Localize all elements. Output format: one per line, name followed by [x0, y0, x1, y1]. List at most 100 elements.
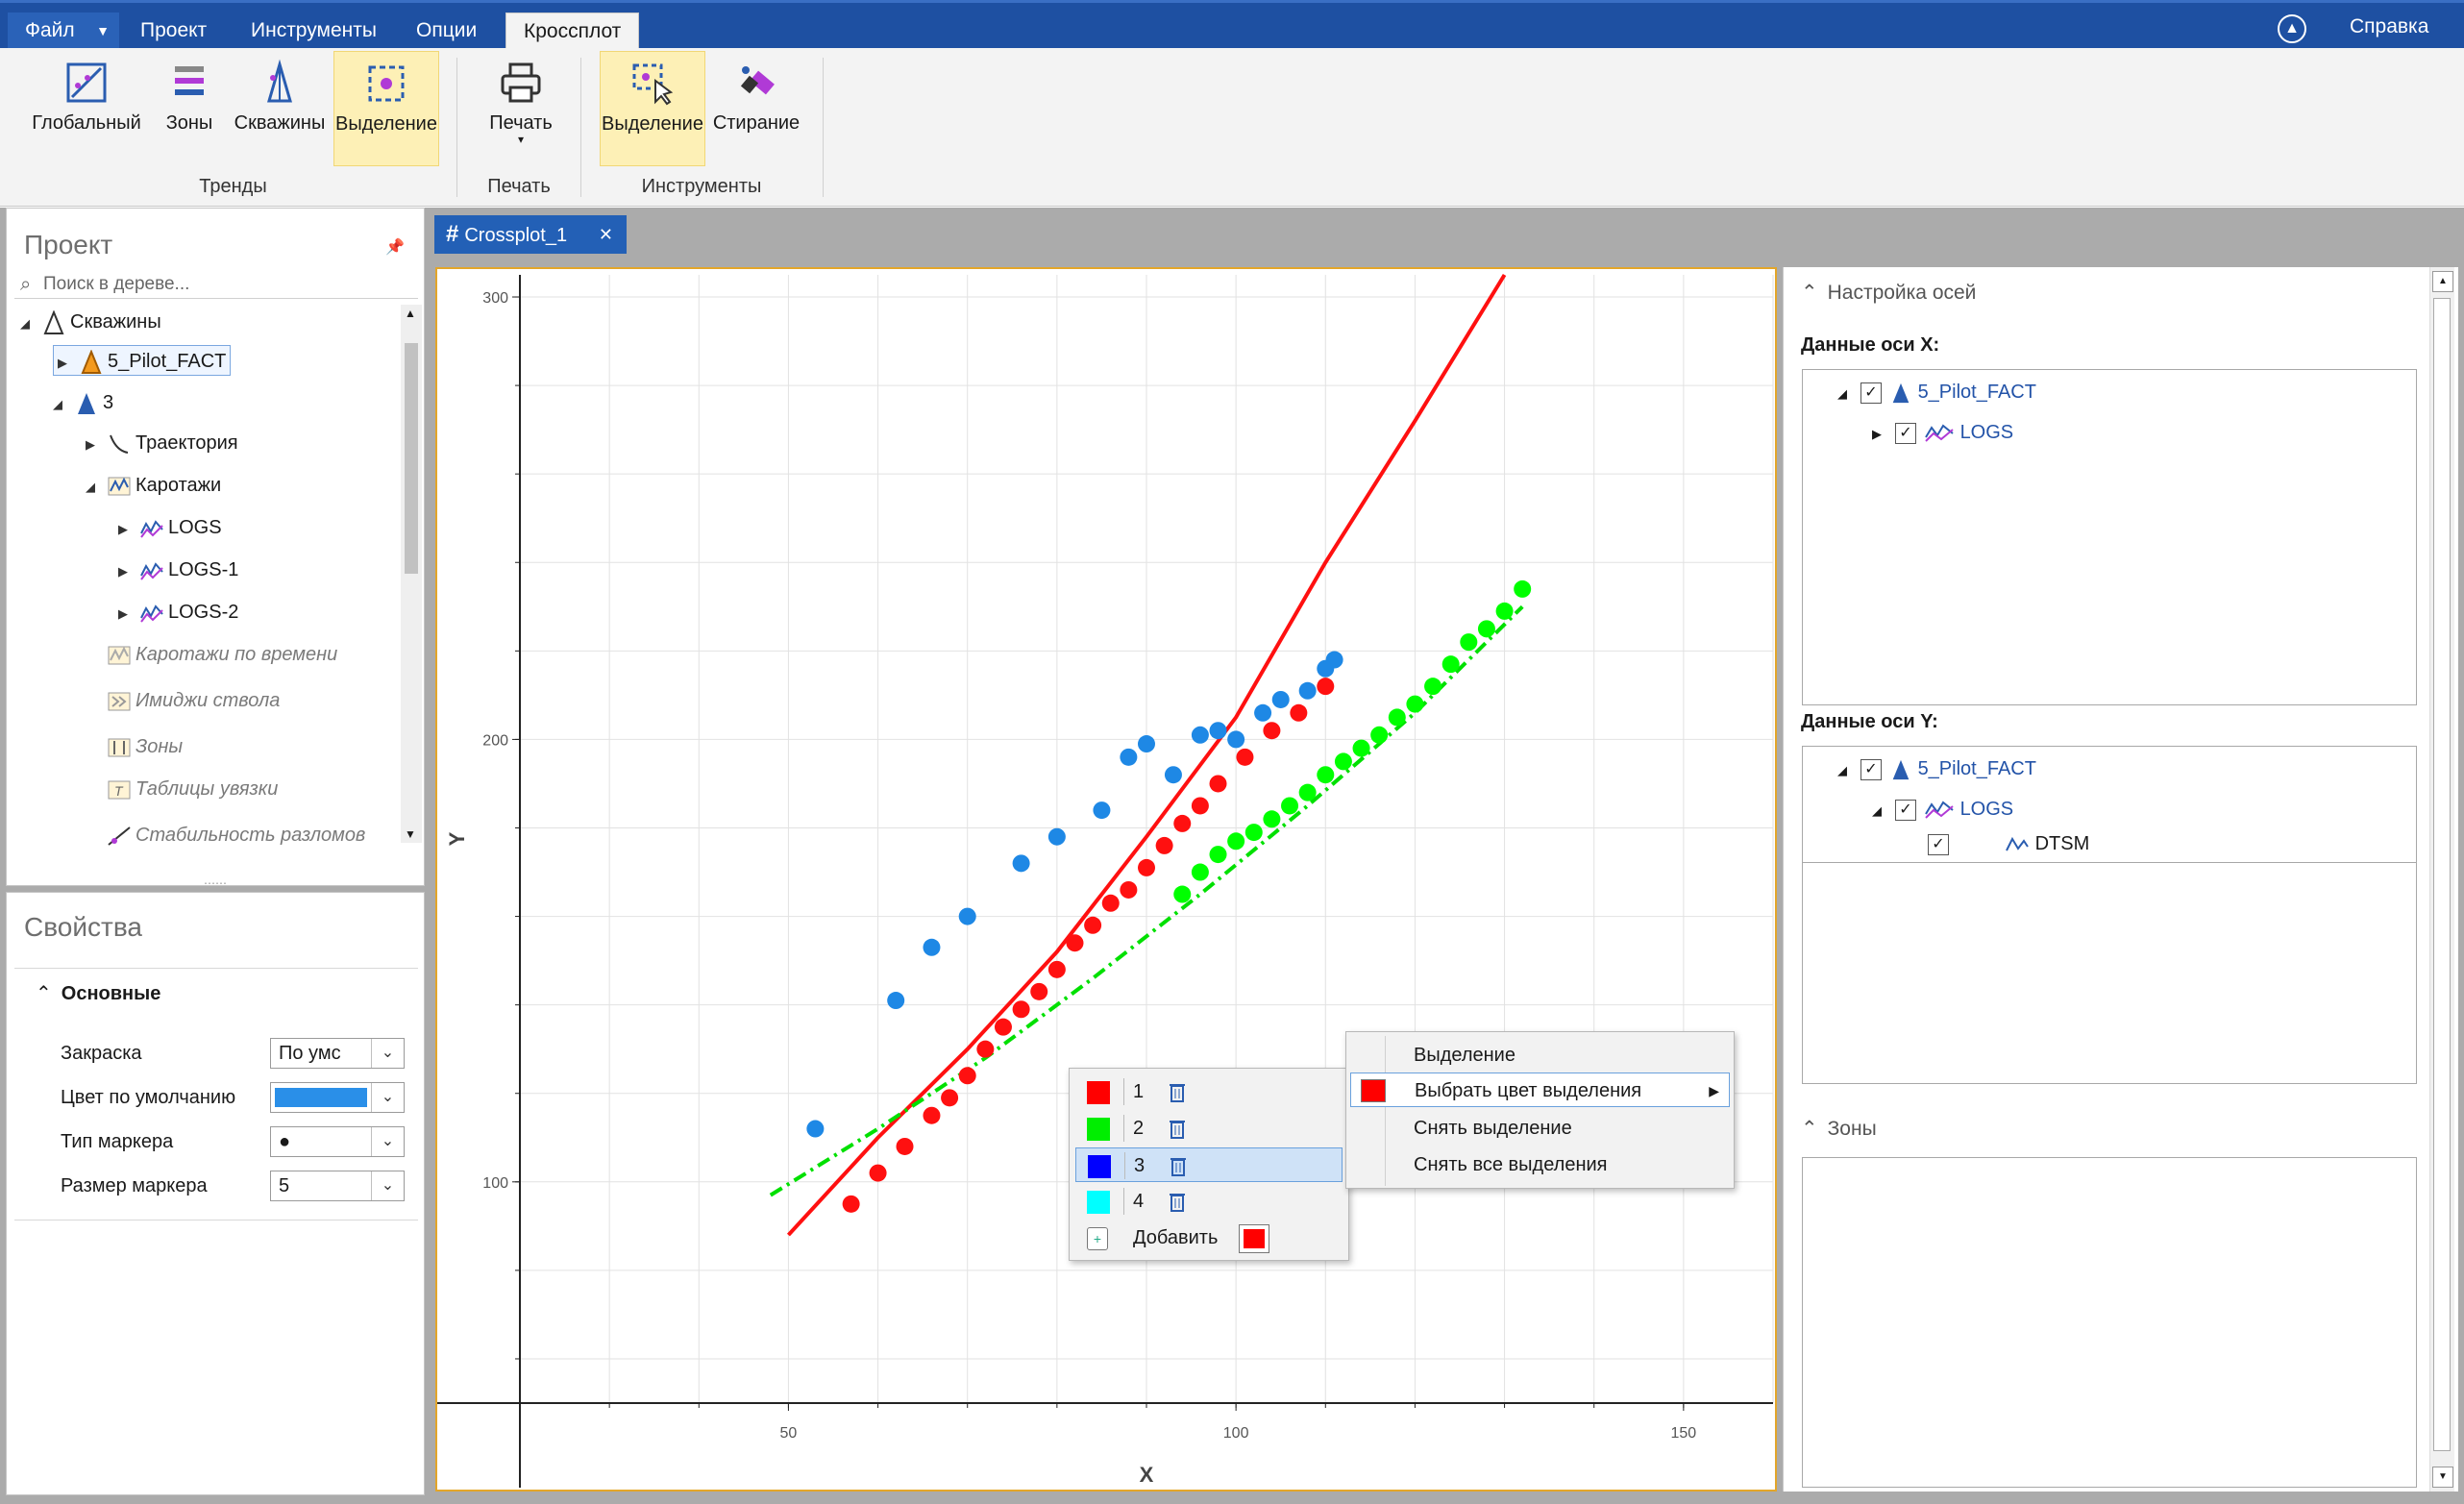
selection-color-swatch[interactable]: [1087, 1081, 1110, 1104]
checkbox[interactable]: ✓: [1860, 758, 1882, 780]
prop-marker-size-select[interactable]: 5 ⌄: [270, 1171, 405, 1201]
properties-section-basic[interactable]: ⌃ Основные: [36, 981, 160, 1005]
expand-icon[interactable]: ▶: [118, 556, 139, 587]
menu-help[interactable]: Справка: [2350, 12, 2428, 41]
collapse-icon[interactable]: ◢: [53, 389, 74, 420]
menu-item-choose-color[interactable]: Выбрать цвет выделения ▶: [1350, 1073, 1730, 1107]
zones-header[interactable]: ⌃ Зоны: [1801, 1117, 1877, 1141]
add-selection-color-button[interactable]: [1239, 1224, 1269, 1253]
expand-icon[interactable]: ▶: [118, 514, 139, 545]
tree-item-well-3[interactable]: ◢ 3: [53, 387, 113, 418]
print-button[interactable]: Печать ▾: [478, 51, 564, 166]
crossplot-chart[interactable]: 50 100 150 100 200 300 X Y: [437, 269, 1775, 1490]
trash-icon[interactable]: [1168, 1080, 1187, 1103]
collapse-icon[interactable]: ◢: [20, 308, 41, 339]
tree-item-logs[interactable]: ▶ LOGS: [118, 512, 222, 543]
settings-scrollbar[interactable]: ▲ ▼: [2429, 267, 2454, 1492]
trend-selection-button[interactable]: Выделение: [333, 51, 439, 166]
menu-file[interactable]: Файл ▼: [8, 12, 119, 49]
tree-item-fault-stability[interactable]: Стабильность разломов: [107, 820, 365, 851]
checkbox[interactable]: ✓: [1860, 382, 1882, 404]
scroll-up-icon[interactable]: ▲: [2432, 271, 2453, 292]
menu-item-clear-all-selections[interactable]: Снять все выделения: [1350, 1147, 1730, 1182]
y-tree-well[interactable]: ◢ ✓ 5_Pilot_FACT: [1837, 754, 2036, 783]
expand-icon[interactable]: ▶: [118, 599, 139, 629]
tree-item-time-logs[interactable]: Каротажи по времени: [107, 639, 337, 670]
tree-item-logs-folder[interactable]: ◢ Каротажи: [86, 470, 221, 501]
tab-crossplot-1[interactable]: # Crossplot_1 ✕: [434, 215, 627, 254]
panel-splitter[interactable]: ⋯⋯: [6, 875, 425, 892]
chevron-down-icon[interactable]: ⌄: [371, 1083, 404, 1112]
menu-crossplot[interactable]: Кроссплот: [505, 12, 640, 51]
tree-item-well-5-pilot[interactable]: ▶ 5_Pilot_FACT: [53, 345, 232, 379]
y-tree-logs[interactable]: ◢ ✓ LOGS: [1872, 795, 2013, 824]
prop-marker-type-select[interactable]: ● ⌄: [270, 1126, 405, 1157]
menu-tools[interactable]: Инструменты: [234, 12, 394, 49]
selection-color-swatch[interactable]: [1087, 1118, 1110, 1141]
tree-item-borehole-images[interactable]: Имиджи ствола: [107, 685, 280, 716]
prop-fill-select[interactable]: По умс ⌄: [270, 1038, 405, 1069]
pin-icon[interactable]: 📌: [385, 237, 405, 257]
x-tree-well[interactable]: ◢ ✓ 5_Pilot_FACT: [1837, 378, 2036, 407]
x-tree-logs[interactable]: ▶ ✓ LOGS: [1872, 418, 2013, 447]
menu-item-selection[interactable]: Выделение: [1350, 1038, 1730, 1073]
menu-options[interactable]: Опции: [399, 12, 494, 49]
tree-search-input[interactable]: ⌕ Поиск в дереве...: [14, 270, 418, 299]
chevron-down-icon[interactable]: ⌄: [371, 1127, 404, 1156]
add-selection-icon[interactable]: +: [1087, 1227, 1108, 1250]
trend-wells-button[interactable]: Скважины: [229, 51, 331, 166]
tree-item-trajectory[interactable]: ▶ Траектория: [86, 428, 238, 458]
selection-color-swatch[interactable]: [1088, 1155, 1111, 1178]
collapse-icon[interactable]: ◢: [1872, 797, 1889, 826]
selection-color-swatch[interactable]: [1087, 1191, 1110, 1214]
checkbox[interactable]: ✓: [1895, 799, 1916, 821]
trash-icon[interactable]: [1168, 1117, 1187, 1140]
trash-icon[interactable]: [1169, 1154, 1188, 1177]
chevron-down-icon[interactable]: ⌄: [371, 1039, 404, 1068]
prop-default-color-select[interactable]: ⌄: [270, 1082, 405, 1113]
selection-row-4[interactable]: 4: [1075, 1184, 1343, 1219]
trash-icon[interactable]: [1168, 1190, 1187, 1213]
expand-icon[interactable]: ▶: [1872, 420, 1889, 449]
collapse-icon[interactable]: ◢: [1837, 756, 1855, 785]
add-selection-row[interactable]: + Добавить: [1075, 1220, 1343, 1255]
checkbox[interactable]: ✓: [1928, 833, 1949, 855]
tree-item-wells[interactable]: ◢ Скважины: [20, 307, 161, 337]
y-tree-curve[interactable]: ✓ DTSM: [1922, 829, 2089, 858]
chevron-down-icon[interactable]: ▼: [96, 12, 110, 49]
scroll-down-icon[interactable]: ▼: [2432, 1467, 2453, 1488]
chevron-up-icon[interactable]: ⌃: [36, 983, 52, 1004]
selection-row-1[interactable]: 1: [1075, 1074, 1343, 1109]
chevron-down-icon[interactable]: ⌄: [371, 1171, 404, 1200]
tree-scroll-thumb[interactable]: [405, 343, 418, 574]
trends-group-label: Тренды: [199, 176, 267, 197]
collapse-icon[interactable]: ◢: [1837, 380, 1855, 408]
checkbox[interactable]: ✓: [1895, 422, 1916, 444]
tree-item-logs-2[interactable]: ▶ LOGS-2: [118, 597, 238, 628]
collapse-ribbon-icon[interactable]: ▲: [2278, 14, 2306, 43]
selection-row-3[interactable]: 3: [1075, 1147, 1343, 1182]
settings-scroll-thumb[interactable]: [2433, 298, 2451, 1451]
trend-global-button[interactable]: Глобальный: [25, 51, 148, 166]
tree-scrollbar[interactable]: ▲ ▼: [401, 305, 422, 843]
tree-item-logs-1[interactable]: ▶ LOGS-1: [118, 555, 238, 585]
selection-row-2[interactable]: 2: [1075, 1111, 1343, 1146]
menu-project[interactable]: Проект: [123, 12, 224, 49]
tool-erase-button[interactable]: Стирание: [709, 51, 803, 166]
scroll-down-icon[interactable]: ▼: [405, 827, 416, 841]
chevron-up-icon[interactable]: ⌃: [1801, 282, 1818, 304]
scroll-up-icon[interactable]: ▲: [405, 307, 416, 320]
data-point: [1209, 846, 1227, 864]
close-icon[interactable]: ✕: [599, 215, 613, 254]
menu-item-clear-selection[interactable]: Снять выделение: [1350, 1111, 1730, 1146]
tree-item-tie-tables[interactable]: T Таблицы увязки: [107, 774, 278, 804]
expand-icon[interactable]: ▶: [58, 348, 79, 379]
collapse-icon[interactable]: ◢: [86, 472, 107, 503]
axis-settings-header[interactable]: ⌃ Настройка осей: [1801, 281, 1976, 305]
chevron-up-icon[interactable]: ⌃: [1801, 1118, 1818, 1140]
tool-selection-button[interactable]: Выделение: [600, 51, 705, 166]
expand-icon[interactable]: ▶: [86, 430, 107, 460]
trend-zones-button[interactable]: Зоны: [156, 51, 223, 166]
crossplot-area[interactable]: 50 100 150 100 200 300 X Y: [435, 267, 1777, 1492]
tree-item-zones[interactable]: Зоны: [107, 731, 183, 762]
